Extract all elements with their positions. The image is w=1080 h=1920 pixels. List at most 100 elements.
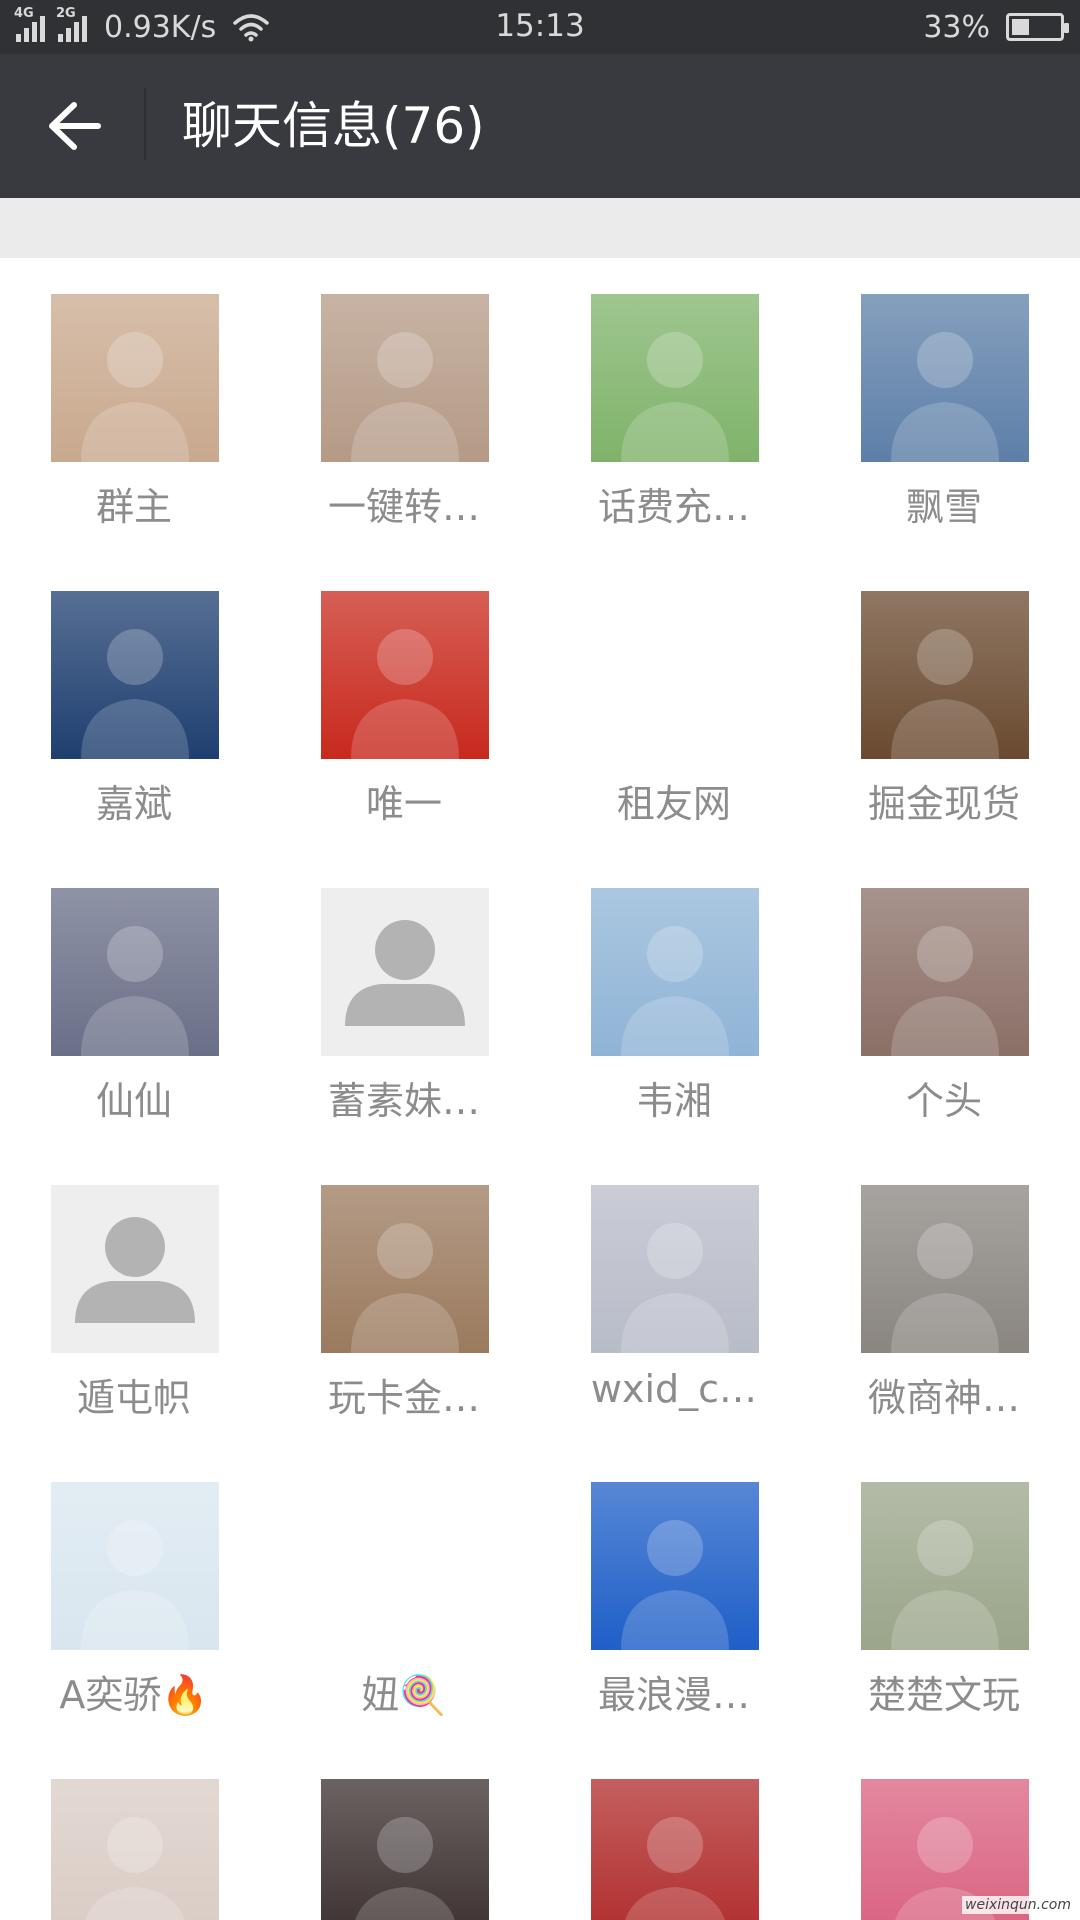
member-avatar bbox=[321, 1779, 489, 1920]
page-title: 聊天信息(76) bbox=[182, 97, 485, 155]
member-name: 掘金现货 bbox=[867, 782, 1020, 826]
member-item[interactable]: 一键转… bbox=[294, 258, 514, 529]
member-name: 群主 bbox=[95, 485, 172, 529]
member-name: 个头 bbox=[905, 1079, 982, 1123]
member-avatar bbox=[591, 294, 759, 462]
member-grid: 群主 一键转… 话费充… 飘雪嘉斌 唯一 租友网 掘金现货仙仙 蓄素妹… 韦湘 个头遁屯帜 玩卡金…… bbox=[0, 258, 1080, 1920]
avatar-photo-icon bbox=[591, 1779, 759, 1920]
network-type-1: 4G bbox=[14, 6, 34, 21]
member-name: 仙仙 bbox=[95, 1079, 172, 1123]
member-name: 飘雪 bbox=[905, 485, 982, 529]
section-gap bbox=[0, 198, 1080, 258]
battery-percent: 33% bbox=[923, 9, 990, 45]
member-avatar bbox=[51, 591, 219, 759]
member-item[interactable] bbox=[834, 1743, 1054, 1920]
member-item[interactable]: 嘉斌 bbox=[24, 555, 244, 826]
member-avatar bbox=[861, 591, 1029, 759]
member-name: A奕骄🔥 bbox=[59, 1673, 209, 1717]
avatar-photo-icon bbox=[591, 1185, 759, 1353]
member-avatar bbox=[321, 1185, 489, 1353]
member-item[interactable]: 微商神… bbox=[834, 1149, 1054, 1420]
default-avatar-icon bbox=[51, 1185, 219, 1353]
network-speed: 0.93K/s bbox=[104, 9, 217, 45]
member-item[interactable]: wxid_c… bbox=[564, 1149, 784, 1411]
member-avatar bbox=[591, 591, 759, 759]
member-name: 租友网 bbox=[616, 782, 731, 826]
status-bar: 4G 2G 0.93K/s 15:13 33% bbox=[0, 0, 1080, 54]
avatar-photo-icon bbox=[51, 1779, 219, 1920]
member-item[interactable]: 租友网 bbox=[564, 555, 784, 826]
signal-2g-icon: 2G bbox=[56, 6, 90, 42]
avatar-photo-icon bbox=[861, 591, 1029, 759]
member-avatar bbox=[861, 294, 1029, 462]
status-right: 33% bbox=[923, 0, 1069, 54]
member-avatar bbox=[861, 1482, 1029, 1650]
avatar-photo-icon bbox=[321, 1185, 489, 1353]
member-avatar bbox=[591, 1482, 759, 1650]
back-button[interactable] bbox=[40, 96, 108, 156]
member-name: 韦湘 bbox=[635, 1079, 712, 1123]
member-item[interactable] bbox=[564, 1743, 784, 1920]
wifi-icon bbox=[233, 14, 269, 42]
member-avatar bbox=[591, 1185, 759, 1353]
member-avatar bbox=[321, 1482, 489, 1650]
member-avatar bbox=[591, 1779, 759, 1920]
member-avatar bbox=[861, 1185, 1029, 1353]
member-name: 玩卡金… bbox=[327, 1376, 480, 1420]
member-item[interactable]: 最浪漫… bbox=[564, 1446, 784, 1717]
status-left: 4G 2G 0.93K/s bbox=[14, 0, 270, 54]
member-item[interactable] bbox=[294, 1743, 514, 1920]
member-item[interactable]: 掘金现货 bbox=[834, 555, 1054, 826]
avatar-photo-icon bbox=[321, 1779, 489, 1920]
avatar-photo-icon bbox=[591, 1482, 759, 1650]
member-name: 一键转… bbox=[327, 485, 480, 529]
member-name: 楚楚文玩 bbox=[867, 1673, 1020, 1717]
battery-fill bbox=[1012, 19, 1030, 35]
member-name: 微商神… bbox=[867, 1376, 1020, 1420]
member-avatar bbox=[861, 888, 1029, 1056]
member-avatar bbox=[51, 1185, 219, 1353]
member-name: 最浪漫… bbox=[597, 1673, 750, 1717]
avatar-photo-icon bbox=[591, 888, 759, 1056]
member-item[interactable]: 话费充… bbox=[564, 258, 784, 529]
member-avatar bbox=[51, 1779, 219, 1920]
avatar-photo-icon bbox=[51, 591, 219, 759]
member-item[interactable]: 群主 bbox=[24, 258, 244, 529]
member-item[interactable]: 玩卡金… bbox=[294, 1149, 514, 1420]
avatar-photo-icon bbox=[321, 591, 489, 759]
member-name: 遁屯帜 bbox=[76, 1376, 191, 1420]
network-type-2: 2G bbox=[56, 6, 76, 21]
avatar-photo-icon bbox=[591, 294, 759, 462]
member-name: 妞🍭 bbox=[361, 1673, 447, 1717]
member-avatar bbox=[321, 294, 489, 462]
member-item[interactable]: 韦湘 bbox=[564, 852, 784, 1123]
member-item[interactable]: A奕骄🔥 bbox=[24, 1446, 244, 1717]
avatar-photo-icon bbox=[591, 591, 759, 759]
avatar-photo-icon bbox=[51, 294, 219, 462]
member-avatar bbox=[51, 294, 219, 462]
avatar-photo-icon bbox=[321, 1482, 489, 1650]
title-bar: 聊天信息(76) bbox=[0, 54, 1080, 198]
signal-4g-icon: 4G bbox=[14, 6, 48, 42]
member-item[interactable]: 妞🍭 bbox=[294, 1446, 514, 1717]
member-item[interactable]: 飘雪 bbox=[834, 258, 1054, 529]
member-avatar bbox=[591, 888, 759, 1056]
watermark: weixinqun.com bbox=[962, 1896, 1074, 1914]
member-item[interactable]: 蓄素妹… bbox=[294, 852, 514, 1123]
battery-icon bbox=[1006, 13, 1069, 41]
avatar-photo-icon bbox=[321, 294, 489, 462]
member-item[interactable]: 个头 bbox=[834, 852, 1054, 1123]
avatar-photo-icon bbox=[861, 1482, 1029, 1650]
member-item[interactable]: 唯一 bbox=[294, 555, 514, 826]
member-name: wxid_c… bbox=[590, 1367, 758, 1411]
member-item[interactable]: 仙仙 bbox=[24, 852, 244, 1123]
member-item[interactable]: 楚楚文玩 bbox=[834, 1446, 1054, 1717]
arrow-left-icon bbox=[49, 102, 101, 150]
member-avatar bbox=[51, 1482, 219, 1650]
member-item[interactable] bbox=[24, 1743, 244, 1920]
member-name: 唯一 bbox=[365, 782, 442, 826]
member-avatar bbox=[321, 888, 489, 1056]
avatar-photo-icon bbox=[861, 1185, 1029, 1353]
member-item[interactable]: 遁屯帜 bbox=[24, 1149, 244, 1420]
member-name: 蓄素妹… bbox=[327, 1079, 480, 1123]
